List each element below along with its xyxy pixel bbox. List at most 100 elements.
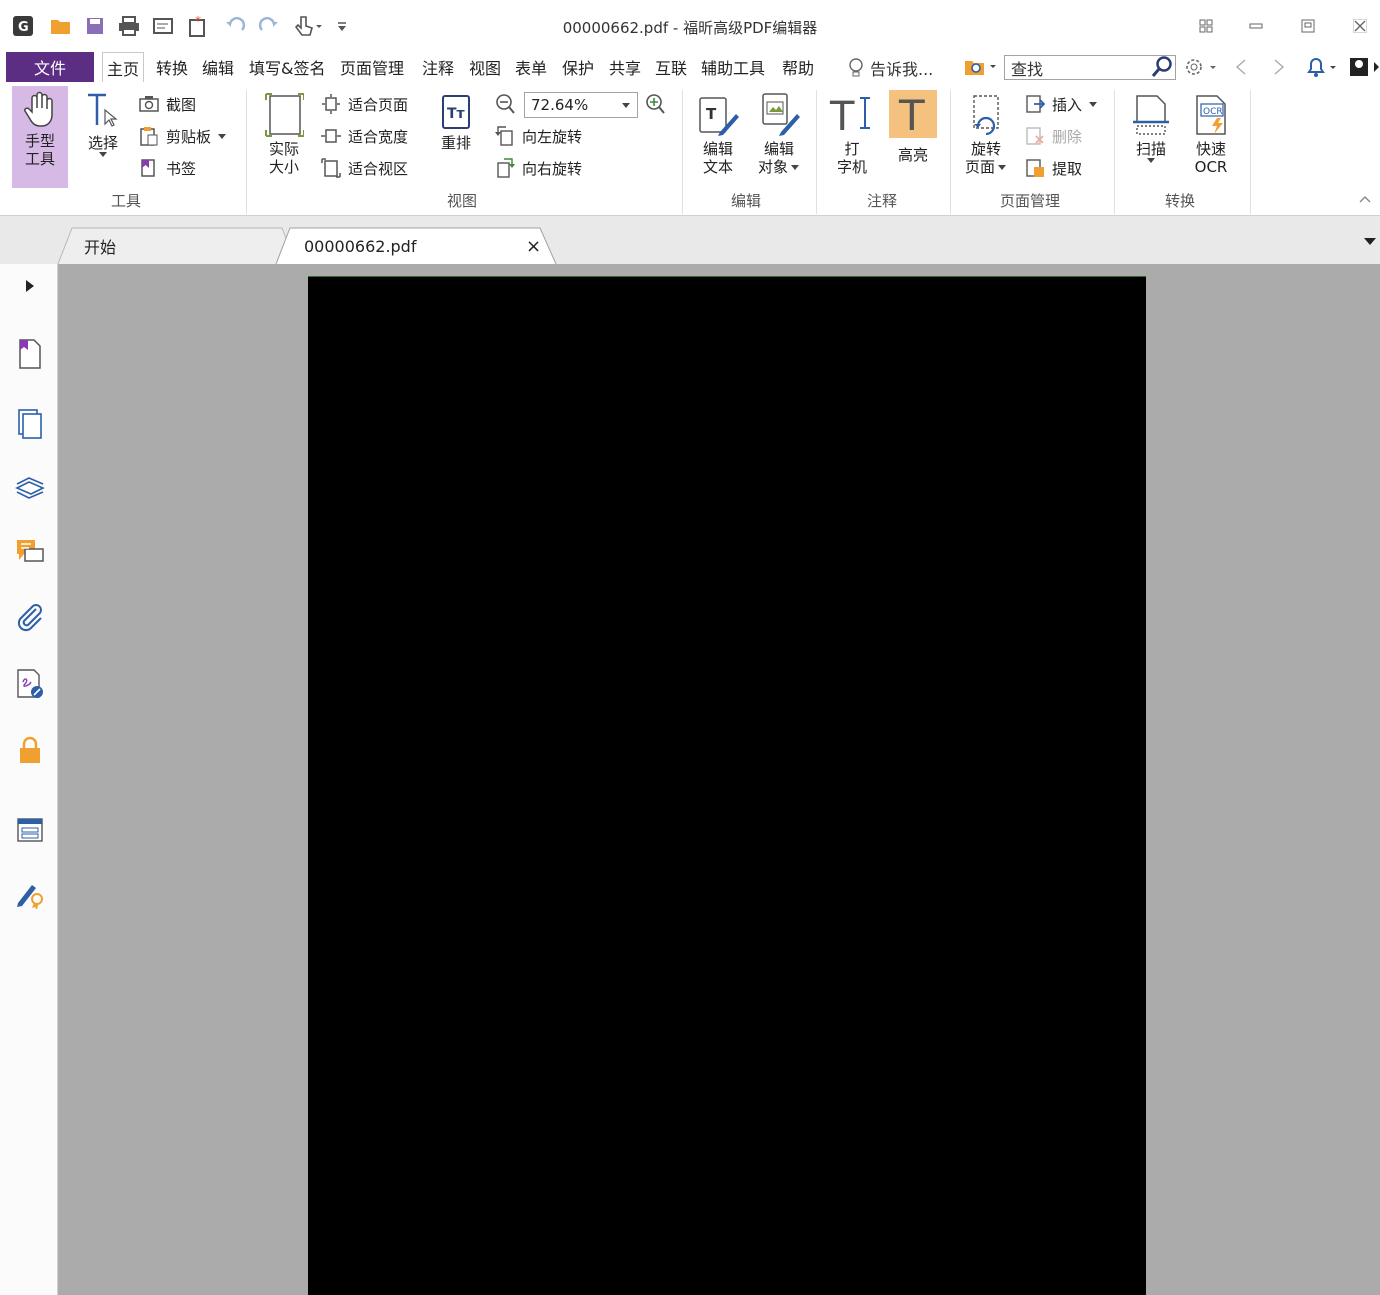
tab-convert[interactable]: 转换 <box>156 52 188 82</box>
rotate-right-icon <box>494 157 516 179</box>
lightbulb-icon <box>848 58 864 78</box>
previous-icon[interactable] <box>1234 58 1248 76</box>
tab-document[interactable]: 00000662.pdf <box>304 228 416 264</box>
tab-fill-sign[interactable]: 填写&签名 <box>249 52 325 82</box>
scan-button[interactable]: 扫描 <box>1128 92 1174 164</box>
insert-page-button[interactable]: 插入 <box>1024 92 1098 116</box>
edit-text-label-line2: 文本 <box>702 158 733 176</box>
tab-accessibility[interactable]: 辅助工具 <box>701 52 765 82</box>
highlight-button[interactable]: T 高亮 <box>888 90 938 166</box>
fit-visible-icon <box>320 158 342 178</box>
typewriter-button[interactable]: T 打 字机 <box>828 92 876 178</box>
form-fields-icon[interactable] <box>14 814 46 846</box>
hand-icon <box>22 90 58 130</box>
tab-page-management[interactable]: 页面管理 <box>340 52 404 82</box>
edit-text-button[interactable]: T 编辑 文本 <box>694 92 742 178</box>
search-icon[interactable] <box>1150 55 1176 79</box>
extract-page-button[interactable]: 提取 <box>1024 156 1082 180</box>
bookmark-button[interactable]: 书签 <box>138 156 196 180</box>
tab-list-dropdown-icon[interactable] <box>1364 238 1376 246</box>
insert-page-icon <box>1024 94 1046 114</box>
restore-button[interactable] <box>1296 14 1320 38</box>
text-cursor-icon <box>85 92 121 132</box>
menu-bar: 文件 主页 转换 编辑 填写&签名 页面管理 注释 视图 表单 保护 共享 互联… <box>0 52 1380 82</box>
edit-object-dropdown-icon <box>790 163 800 171</box>
minimize-button[interactable] <box>1244 14 1268 38</box>
convert-group-label: 转换 <box>1164 192 1195 210</box>
tab-start[interactable]: 开始 <box>84 228 116 264</box>
edit-object-button[interactable]: 编辑 对象 <box>752 92 806 178</box>
tab-home[interactable]: 主页 <box>102 52 145 82</box>
tab-form[interactable]: 表单 <box>515 52 547 82</box>
file-menu-button[interactable]: 文件 <box>6 52 94 82</box>
document-tab-bar: 开始 00000662.pdf × <box>0 216 1380 264</box>
insert-page-label: 插入 <box>1052 95 1083 114</box>
pages-panel-icon[interactable] <box>14 408 46 440</box>
reflow-label: 重排 <box>440 134 471 152</box>
select-tool-button[interactable]: 选择 <box>80 92 126 158</box>
document-viewer[interactable] <box>58 264 1380 1295</box>
zoom-in-icon[interactable] <box>644 92 666 116</box>
user-account-icon[interactable] <box>1348 54 1380 80</box>
fit-page-button[interactable]: 适合页面 <box>320 92 408 116</box>
reflow-button[interactable]: Tт 重排 <box>432 92 480 154</box>
quick-ocr-button[interactable]: OCR 快速 OCR <box>1186 92 1236 178</box>
hand-tool-button[interactable]: 手型 工具 <box>12 86 68 188</box>
tab-share[interactable]: 共享 <box>609 52 641 82</box>
actual-size-button[interactable]: 实际 大小 <box>258 92 310 178</box>
delete-page-button[interactable]: 删除 <box>1024 124 1082 148</box>
delete-page-icon <box>1024 126 1046 146</box>
rotate-right-button[interactable]: 向右旋转 <box>494 156 582 180</box>
fit-width-icon <box>320 126 342 146</box>
rotate-page-icon <box>964 92 1008 138</box>
comments-icon[interactable] <box>14 536 46 568</box>
tab-comment[interactable]: 注释 <box>422 52 454 82</box>
settings-gear-icon[interactable] <box>1184 56 1222 78</box>
expand-panel-icon[interactable] <box>14 270 46 302</box>
select-dropdown-icon <box>98 150 108 158</box>
svg-text:T: T <box>898 92 925 136</box>
tell-me-box[interactable]: 告诉我... <box>848 56 933 80</box>
security-lock-icon[interactable] <box>14 734 46 766</box>
rotate-left-button[interactable]: 向左旋转 <box>494 124 582 148</box>
tab-protect[interactable]: 保护 <box>562 52 594 82</box>
layers-icon[interactable] <box>14 472 46 504</box>
rotate-page-dropdown-icon <box>997 163 1007 171</box>
attachments-icon[interactable] <box>14 602 46 634</box>
fit-width-button[interactable]: 适合宽度 <box>320 124 408 148</box>
fit-page-icon <box>320 94 342 114</box>
fit-page-label: 适合页面 <box>348 95 409 114</box>
zoom-out-icon[interactable] <box>494 92 516 116</box>
group-separator <box>1114 90 1115 214</box>
delete-page-label: 删除 <box>1052 127 1083 146</box>
rotate-left-label: 向左旋转 <box>522 127 583 146</box>
fit-visible-label: 适合视区 <box>348 159 409 178</box>
signatures-icon[interactable] <box>14 668 46 700</box>
tab-connect[interactable]: 互联 <box>655 52 687 82</box>
collapse-ribbon-icon[interactable] <box>1358 194 1372 204</box>
close-tab-button[interactable]: × <box>526 228 541 264</box>
svg-text:T: T <box>706 105 717 123</box>
rotate-page-button[interactable]: 旋转 页面 <box>958 92 1014 178</box>
fullscreen-icon[interactable] <box>1194 14 1218 38</box>
page-thumbnails-icon[interactable] <box>14 338 46 370</box>
fit-visible-button[interactable]: 适合视区 <box>320 156 408 180</box>
tab-help[interactable]: 帮助 <box>782 52 814 82</box>
pdf-page[interactable] <box>308 276 1146 1295</box>
certificate-pen-icon[interactable] <box>14 878 46 910</box>
tab-edit[interactable]: 编辑 <box>202 52 234 82</box>
search-folder-icon[interactable] <box>964 56 998 78</box>
next-icon[interactable] <box>1272 58 1286 76</box>
group-separator <box>682 90 683 214</box>
clipboard-icon <box>138 126 160 146</box>
clipboard-button[interactable]: 剪贴板 <box>138 124 227 148</box>
screenshot-button[interactable]: 截图 <box>138 92 196 116</box>
edit-object-icon <box>757 92 801 138</box>
screenshot-label: 截图 <box>166 95 197 114</box>
navigation-sidebar <box>0 264 65 1295</box>
notification-bell-icon[interactable] <box>1304 55 1342 79</box>
close-window-button[interactable] <box>1348 14 1372 38</box>
zoom-level-select[interactable]: 72.64% <box>524 92 638 118</box>
highlight-label: 高亮 <box>897 146 928 164</box>
tab-view[interactable]: 视图 <box>469 52 501 82</box>
